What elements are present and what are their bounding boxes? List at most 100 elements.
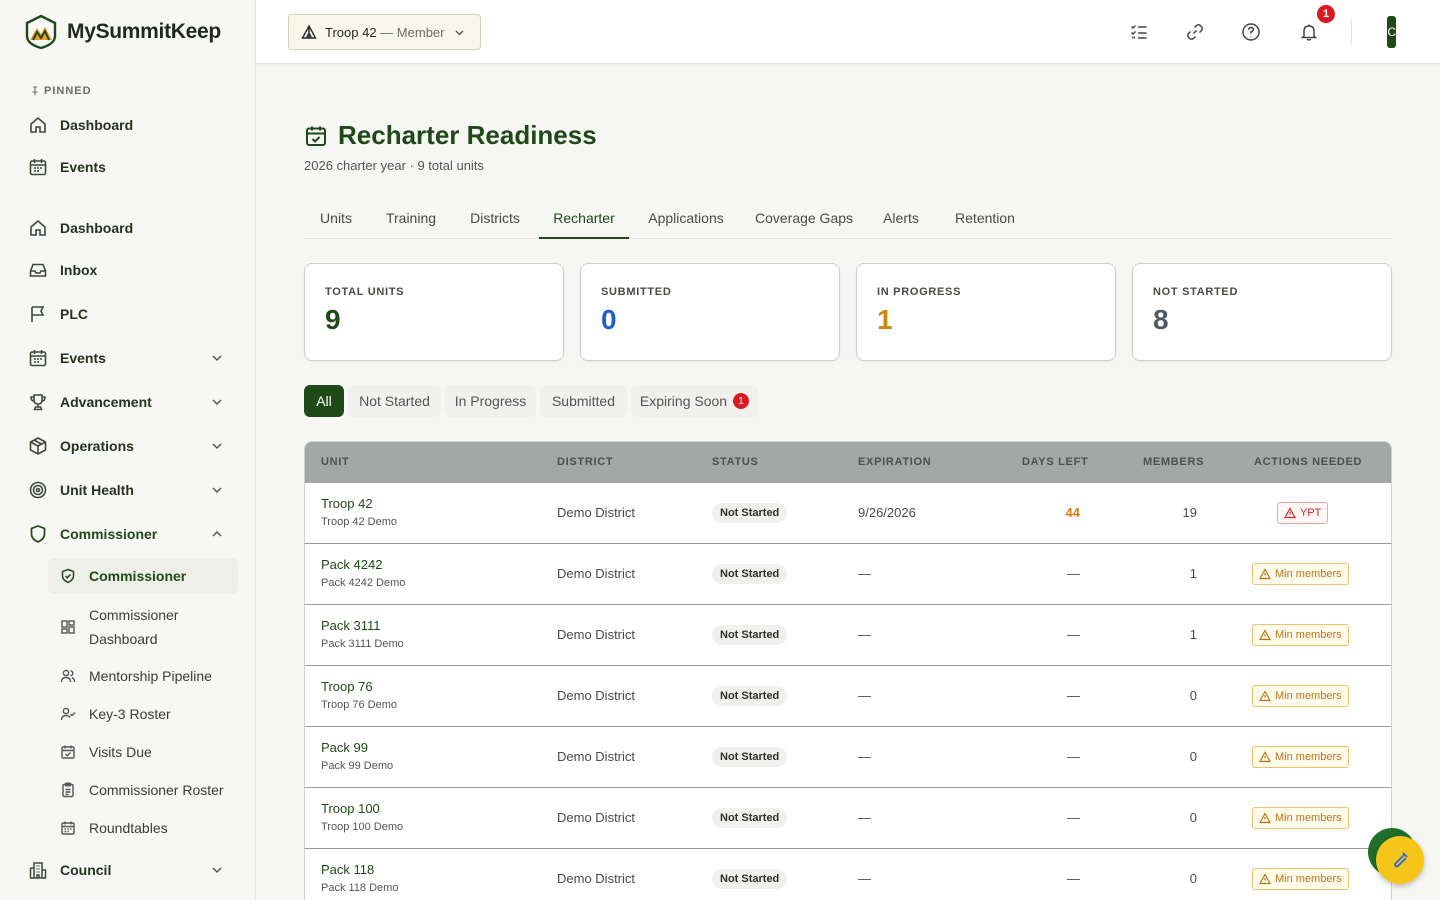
- sidebar-item-advancement[interactable]: Advancement: [20, 384, 238, 420]
- column-header[interactable]: MEMBERS: [1143, 456, 1204, 468]
- brand[interactable]: MySummitKeep: [24, 14, 221, 50]
- nav-label: Commissioner: [60, 526, 158, 542]
- chevron-down-icon: [212, 355, 222, 362]
- action-needed-badge[interactable]: Min members: [1252, 807, 1349, 829]
- users-icon: [60, 668, 76, 684]
- unit-name[interactable]: Troop 42: [321, 496, 373, 511]
- table-row[interactable]: Pack 4242 Pack 4242 Demo Demo District N…: [305, 544, 1391, 605]
- expiration-cell: —: [858, 749, 871, 764]
- column-header[interactable]: DISTRICT: [557, 456, 613, 468]
- sidebar-item-unit-health[interactable]: Unit Health: [20, 472, 238, 508]
- tab-bar: Units Training Districts Recharter Appli…: [304, 198, 1392, 239]
- members-cell: 19: [1182, 505, 1197, 520]
- chevron-down-icon: [212, 443, 222, 450]
- column-header[interactable]: DAYS LEFT: [1022, 456, 1088, 468]
- sub-item-mentorship-pipeline[interactable]: Mentorship Pipeline: [48, 658, 238, 694]
- calendar-check-icon: [306, 126, 326, 146]
- expiration-cell: —: [858, 627, 871, 642]
- column-header[interactable]: STATUS: [712, 456, 759, 468]
- unit-name[interactable]: Pack 99: [321, 740, 368, 755]
- filter-expiring-soon[interactable]: Expiring Soon 1: [631, 385, 758, 417]
- sub-item-key3-roster[interactable]: Key-3 Roster: [48, 696, 238, 732]
- unit-name[interactable]: Pack 118: [321, 862, 374, 877]
- recharter-table: UNIT DISTRICT STATUS EXPIRATION DAYS LEF…: [304, 441, 1392, 900]
- table-row[interactable]: Troop 42 Troop 42 Demo Demo District Not…: [305, 483, 1391, 544]
- filter-in-progress[interactable]: In Progress: [445, 385, 536, 417]
- calendar-icon: [28, 348, 48, 368]
- sub-item-commissioner-roster[interactable]: Commissioner Roster: [48, 772, 238, 808]
- column-header[interactable]: ACTIONS NEEDED: [1254, 456, 1362, 468]
- sub-item-commissioner-dashboard[interactable]: Commissioner Dashboard: [48, 602, 238, 652]
- tab-units[interactable]: Units: [304, 198, 368, 238]
- tab-recharter[interactable]: Recharter: [539, 198, 629, 239]
- filter-all[interactable]: All: [304, 385, 344, 417]
- pinned-item-events[interactable]: Events: [20, 149, 238, 185]
- pin-icon: [32, 86, 38, 96]
- warning-triangle-icon: [1259, 873, 1271, 885]
- nav-label: Council: [60, 862, 112, 878]
- pinned-item-dashboard[interactable]: Dashboard: [20, 107, 238, 143]
- action-needed-badge[interactable]: Min members: [1252, 868, 1349, 890]
- stat-label: TOTAL UNITS: [325, 286, 405, 298]
- table-row[interactable]: Troop 76 Troop 76 Demo Demo District Not…: [305, 666, 1391, 727]
- days-left-cell: —: [1067, 810, 1080, 825]
- unit-subtitle: Pack 4242 Demo: [321, 577, 406, 589]
- sidebar-item-commissioner[interactable]: Commissioner: [20, 516, 238, 552]
- tab-districts[interactable]: Districts: [454, 198, 536, 238]
- warning-triangle-icon: [1259, 629, 1271, 641]
- sidebar-item-operations[interactable]: Operations: [20, 428, 238, 464]
- sidebar-item-dashboard[interactable]: Dashboard: [20, 210, 238, 246]
- members-cell: 0: [1189, 871, 1197, 886]
- stat-card-not-started: NOT STARTED 8: [1132, 263, 1392, 361]
- sidebar-item-events[interactable]: Events: [20, 340, 238, 376]
- table-row[interactable]: Pack 99 Pack 99 Demo Demo District Not S…: [305, 727, 1391, 788]
- action-needed-badge[interactable]: Min members: [1252, 746, 1349, 768]
- link-icon[interactable]: [1183, 20, 1207, 44]
- tab-alerts[interactable]: Alerts: [867, 198, 935, 238]
- stat-value: 1: [877, 304, 893, 335]
- avatar[interactable]: C: [1387, 16, 1396, 48]
- sub-label: Commissioner Dashboard: [89, 607, 179, 647]
- action-needed-badge[interactable]: Min members: [1252, 563, 1349, 585]
- nav-label: Dashboard: [60, 117, 134, 133]
- column-header[interactable]: EXPIRATION: [858, 456, 931, 468]
- unit-selector[interactable]: Troop 42 — Member: [288, 14, 481, 50]
- tab-applications[interactable]: Applications: [632, 198, 740, 238]
- action-needed-badge[interactable]: Min members: [1252, 624, 1349, 646]
- sub-item-commissioner[interactable]: Commissioner: [48, 558, 238, 594]
- action-needed-badge[interactable]: YPT: [1277, 502, 1329, 524]
- sub-label: Commissioner Roster: [89, 782, 224, 798]
- warning-triangle-icon: [1259, 751, 1271, 763]
- status-badge: Not Started: [712, 869, 788, 889]
- unit-name[interactable]: Troop 100: [321, 801, 380, 816]
- unit-name[interactable]: Pack 3111: [321, 618, 381, 633]
- table-row[interactable]: Pack 118 Pack 118 Demo Demo District Not…: [305, 849, 1391, 900]
- filter-not-started[interactable]: Not Started: [348, 385, 441, 417]
- district-cell: Demo District: [557, 505, 636, 520]
- flask-action-button[interactable]: [1376, 836, 1424, 884]
- tab-training[interactable]: Training: [370, 198, 452, 238]
- sub-item-visits-due[interactable]: Visits Due: [48, 734, 238, 770]
- column-header[interactable]: UNIT: [321, 456, 349, 468]
- help-circle-icon[interactable]: [1239, 20, 1263, 44]
- sidebar-item-inbox[interactable]: Inbox: [20, 252, 238, 288]
- table-row[interactable]: Pack 3111 Pack 3111 Demo Demo District N…: [305, 605, 1391, 666]
- checklist-icon[interactable]: [1127, 20, 1151, 44]
- trophy-icon: [28, 392, 48, 412]
- filter-submitted[interactable]: Submitted: [540, 385, 627, 417]
- unit-name[interactable]: Troop 76: [321, 679, 373, 694]
- inbox-icon: [28, 260, 48, 280]
- tab-retention[interactable]: Retention: [937, 198, 1033, 238]
- grid-icon: [60, 619, 76, 635]
- district-cell: Demo District: [557, 627, 636, 642]
- sidebar-item-plc[interactable]: PLC: [20, 296, 238, 332]
- unit-name[interactable]: Pack 4242: [321, 557, 382, 572]
- table-row[interactable]: Troop 100 Troop 100 Demo Demo District N…: [305, 788, 1391, 849]
- expiration-cell: —: [858, 871, 871, 886]
- sidebar-item-council[interactable]: Council: [20, 852, 238, 888]
- action-needed-badge[interactable]: Min members: [1252, 685, 1349, 707]
- unit-selector-role: — Member: [380, 24, 445, 40]
- sub-item-roundtables[interactable]: Roundtables: [48, 810, 238, 846]
- tab-coverage-gaps[interactable]: Coverage Gaps: [743, 198, 865, 238]
- bell-icon[interactable]: [1297, 20, 1321, 44]
